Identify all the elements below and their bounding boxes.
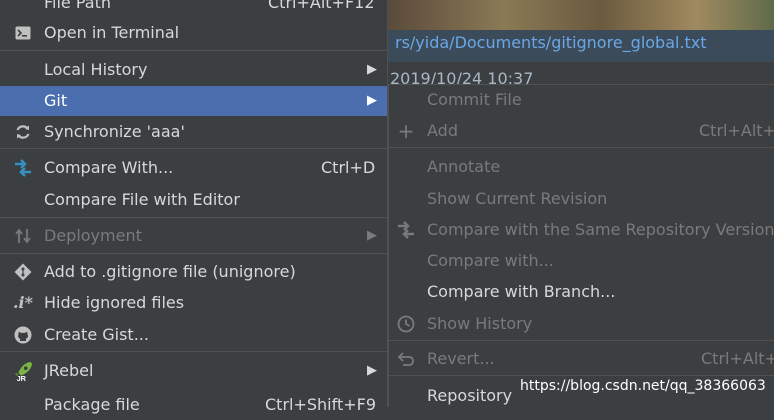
menu-item-show-current-revision[interactable]: Show Current Revision <box>389 184 774 214</box>
menu-item-compare-file-editor[interactable]: Compare File with Editor <box>0 185 387 215</box>
upload-download-icon <box>12 221 34 251</box>
menu-item-local-history[interactable]: Local History ▶ <box>0 55 387 85</box>
menu-item-label: Compare with the Same Repository Version <box>427 220 774 239</box>
menu-separator <box>0 351 387 352</box>
compare-arrows-icon <box>12 153 34 183</box>
menu-item-label: Compare with Branch... <box>427 282 616 301</box>
menu-separator <box>389 147 774 148</box>
menu-item-deployment[interactable]: Deployment ▶ <box>0 221 387 251</box>
watermark-text: https://blog.csdn.net/qq_38366063 <box>520 378 766 394</box>
menu-item-hide-ignored[interactable]: .i* Hide ignored files <box>0 288 387 318</box>
menu-item-label: Annotate <box>427 157 501 176</box>
menu-separator <box>0 50 387 51</box>
menu-item-open-terminal[interactable]: Open in Terminal <box>0 18 387 48</box>
menu-item-shortcut: Ctrl+Shift+F9 <box>265 395 377 414</box>
menu-item-revert[interactable]: Revert... Ctrl+Alt+ <box>389 344 774 374</box>
menu-item-label: Compare with... <box>427 251 554 270</box>
menu-item-synchronize[interactable]: Synchronize 'aaa' <box>0 117 387 147</box>
menu-item-jrebel[interactable]: JR JRebel ▶ <box>0 356 387 386</box>
submenu-arrow-icon: ▶ <box>367 363 377 378</box>
plus-icon: + <box>397 119 415 143</box>
menu-item-label: Git <box>44 91 68 110</box>
compare-arrows-icon <box>395 215 417 245</box>
menu-item-file-path[interactable]: File Path Ctrl+Alt+F12 <box>0 0 387 18</box>
menu-item-shortcut: Ctrl+Alt+ <box>701 349 774 368</box>
file-path-link[interactable]: rs/yida/Documents/gitignore_global.txt <box>395 33 707 52</box>
submenu-arrow-icon: ▶ <box>367 62 377 77</box>
menu-item-show-history[interactable]: Show History <box>389 309 774 339</box>
undo-arrow-icon <box>395 344 417 374</box>
github-icon <box>12 320 34 350</box>
ignored-files-icon: .i* <box>12 293 33 312</box>
sync-icon <box>12 117 34 147</box>
menu-item-shortcut: Ctrl+D <box>321 158 376 177</box>
menu-item-label: Add to .gitignore file (unignore) <box>44 262 296 281</box>
menu-item-create-gist[interactable]: Create Gist... <box>0 320 387 350</box>
menu-item-package-file[interactable]: Package file Ctrl+Shift+F9 <box>0 390 387 420</box>
menu-item-label: Package file <box>44 395 140 414</box>
submenu-arrow-icon: ▶ <box>367 93 377 108</box>
menu-item-shortcut: Ctrl+Alt+ <box>699 121 774 140</box>
context-menu: File Path Ctrl+Alt+F12 Open in Terminal … <box>0 0 388 414</box>
git-submenu: Commit File + Add Ctrl+Alt+ Annotate Sho… <box>388 84 774 407</box>
menu-item-git[interactable]: Git ▶ <box>0 86 387 116</box>
menu-item-label: Synchronize 'aaa' <box>44 122 185 141</box>
menu-item-label: Revert... <box>427 349 495 368</box>
menu-item-compare-same-repo[interactable]: Compare with the Same Repository Version <box>389 215 774 245</box>
menu-item-add[interactable]: + Add Ctrl+Alt+ <box>389 116 774 146</box>
menu-item-compare-with[interactable]: Compare With... Ctrl+D <box>0 153 387 183</box>
menu-item-annotate[interactable]: Annotate <box>389 152 774 182</box>
menu-item-label: Open in Terminal <box>44 23 180 42</box>
menu-separator <box>389 375 774 376</box>
svg-text:JR: JR <box>17 374 27 383</box>
menu-item-label: Hide ignored files <box>44 293 185 312</box>
menu-item-label: File Path <box>44 0 112 12</box>
menu-item-compare-branch[interactable]: Compare with Branch... <box>389 277 774 307</box>
menu-item-label: Commit File <box>427 90 522 109</box>
menu-item-shortcut: Ctrl+Alt+F12 <box>268 0 375 12</box>
menu-separator <box>389 340 774 341</box>
menu-item-label: Compare File with Editor <box>44 190 240 209</box>
menu-item-label: Show Current Revision <box>427 189 608 208</box>
submenu-arrow-icon: ▶ <box>367 228 377 243</box>
git-diamond-icon <box>12 257 34 287</box>
menu-separator <box>0 148 387 149</box>
menu-item-label: Compare With... <box>44 158 174 177</box>
menu-item-add-gitignore[interactable]: Add to .gitignore file (unignore) <box>0 257 387 287</box>
menu-item-commit-file[interactable]: Commit File <box>389 85 774 115</box>
menu-separator <box>0 217 387 218</box>
menu-item-label: Create Gist... <box>44 325 149 344</box>
menu-item-label: Deployment <box>44 226 142 245</box>
menu-separator <box>0 253 387 254</box>
clock-icon <box>395 309 417 339</box>
menu-item-label: JRebel <box>44 361 94 380</box>
menu-item-label: Add <box>427 121 458 140</box>
menu-item-compare-with[interactable]: Compare with... <box>389 246 774 276</box>
menu-item-label: Local History <box>44 60 148 79</box>
menu-item-label: Show History <box>427 314 533 333</box>
jrebel-rocket-icon: JR <box>12 356 34 386</box>
background-image <box>388 0 774 30</box>
terminal-icon <box>12 18 34 48</box>
